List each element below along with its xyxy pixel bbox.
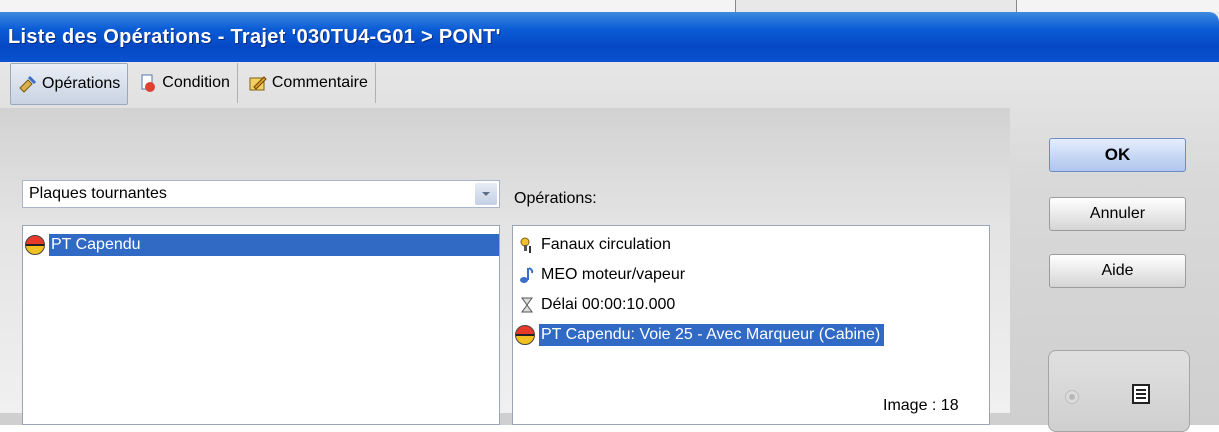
list-item[interactable]: MEO moteur/vapeur (513, 260, 989, 290)
view-radio[interactable] (1065, 390, 1079, 404)
list-item-label: Fanaux circulation (541, 236, 671, 253)
condition-icon (138, 73, 158, 93)
help-button-label: Aide (1101, 262, 1134, 279)
tab-operations[interactable]: Opérations (10, 63, 129, 105)
list-item-label: Délai 00:00:10.000 (541, 296, 676, 313)
operations-label: Opérations: (514, 190, 597, 207)
ok-button-label: OK (1104, 145, 1131, 164)
tab-commentaire-label: Commentaire (271, 74, 368, 91)
turntable-icon (25, 235, 45, 255)
list-item-label: PT Capendu (49, 234, 499, 256)
wrench-operations-icon (18, 74, 38, 94)
tab-strip: Opérations Condition Commentaire (10, 63, 379, 107)
list-item-label: PT Capendu: Voie 25 - Avec Marqueur (Cab… (539, 324, 885, 346)
list-item-label: MEO moteur/vapeur (541, 266, 686, 283)
chevron-down-icon[interactable] (475, 183, 497, 205)
list-item[interactable]: PT Capendu (23, 230, 499, 260)
list-item[interactable]: PT Capendu: Voie 25 - Avec Marqueur (Cab… (513, 320, 989, 350)
window-title: Liste des Opérations - Trajet '030TU4-G0… (8, 26, 501, 48)
music-note-icon (519, 266, 535, 284)
element-list[interactable]: PT Capendu (22, 225, 500, 425)
tab-operations-label: Opérations (42, 75, 121, 92)
tab-condition[interactable]: Condition (131, 63, 238, 103)
image-count: Image : 18 (883, 397, 959, 414)
title-bar[interactable]: Liste des Opérations - Trajet '030TU4-G0… (0, 12, 1219, 62)
operations-list[interactable]: Fanaux circulation MEO moteur/vapeur Dél… (512, 225, 990, 425)
combobox-value: Plaques tournantes (29, 185, 167, 202)
category-combobox[interactable]: Plaques tournantes (22, 180, 500, 208)
comment-icon (248, 73, 268, 93)
help-button[interactable]: Aide (1049, 254, 1186, 288)
cancel-button-label: Annuler (1089, 205, 1146, 222)
hourglass-icon (519, 296, 535, 314)
tab-commentaire[interactable]: Commentaire (241, 63, 376, 103)
list-item[interactable]: Délai 00:00:10.000 (513, 290, 989, 320)
turntable-icon (515, 325, 535, 345)
lights-icon (519, 236, 535, 254)
list-view-icon[interactable] (1132, 384, 1150, 404)
cancel-button[interactable]: Annuler (1049, 197, 1186, 231)
list-item[interactable]: Fanaux circulation (513, 230, 989, 260)
ok-button[interactable]: OK (1049, 138, 1186, 172)
tab-condition-label: Condition (162, 74, 230, 91)
